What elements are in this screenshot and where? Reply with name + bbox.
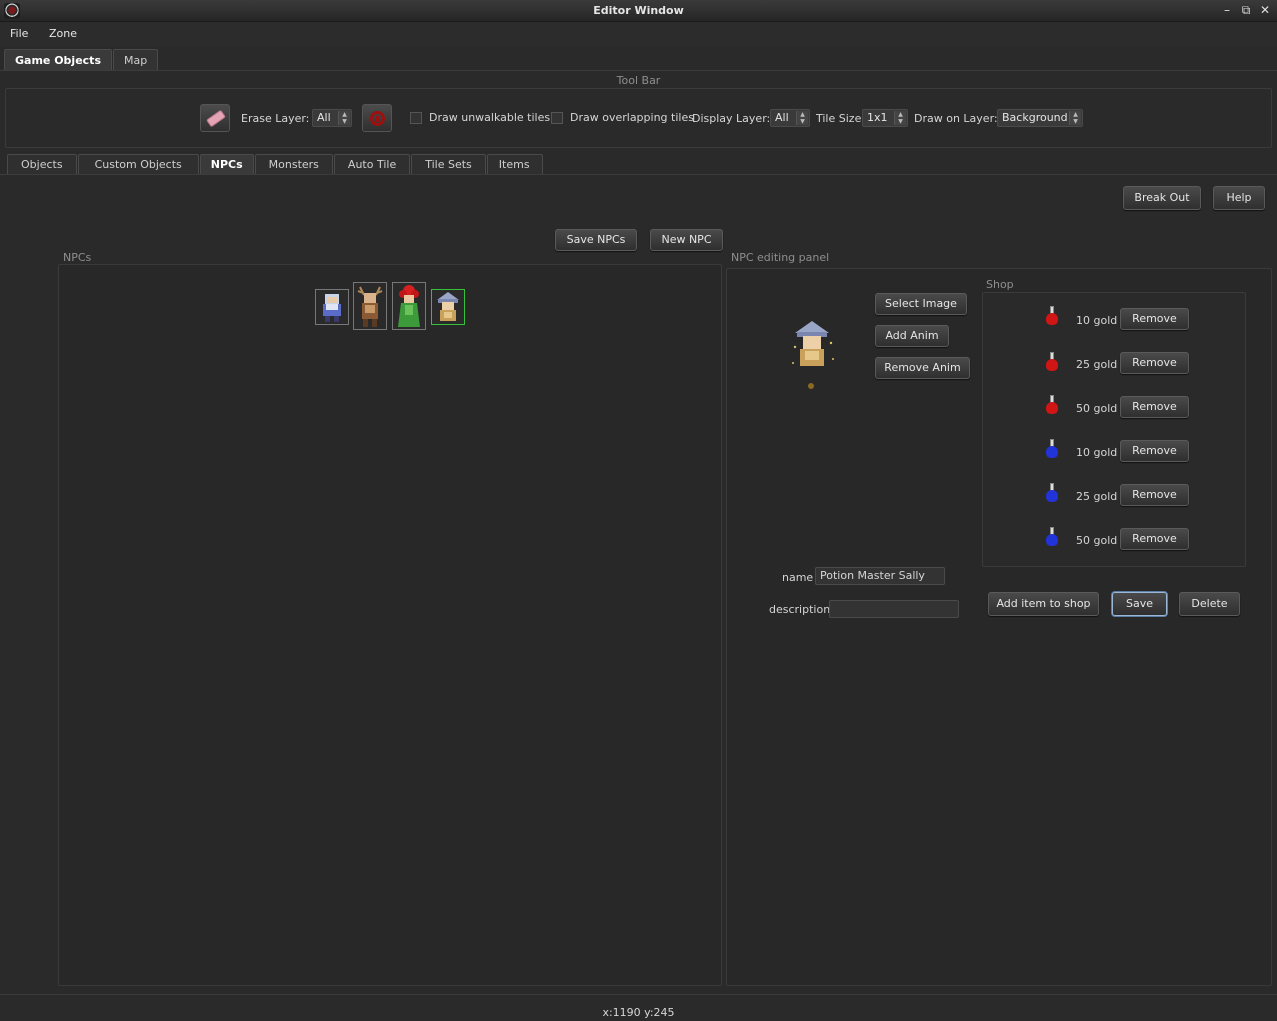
remove-item-button[interactable]: Remove [1120,352,1189,374]
window-controls: – ⧉ ✕ [1221,3,1271,17]
npc-antlered-warrior-sprite [357,286,383,327]
break-out-button[interactable]: Break Out [1123,186,1201,210]
spin-arrows-icon: ▲ ▼ [796,111,808,125]
tab-game-objects[interactable]: Game Objects [4,49,112,71]
erase-layer-value: All [317,111,331,124]
tab-custom-objects[interactable]: Custom Objects [77,154,199,175]
add-anim-button[interactable]: Add Anim [875,325,949,347]
tab-npcs[interactable]: NPCs [199,154,254,175]
cursor-coordinates: x:1190 y:245 [602,1006,675,1019]
spin-arrows-icon: ▲ ▼ [1069,111,1081,125]
npc-thumbnail[interactable] [392,282,426,330]
draw-on-layer-select[interactable]: Background ▲ ▼ [997,109,1083,127]
help-button[interactable]: Help [1213,186,1265,210]
divider [0,994,1277,995]
display-layer-value: All [775,111,789,124]
main-tab-bar: Game Objects Map [4,49,159,71]
draw-on-layer-label: Draw on Layer: [914,112,998,125]
remove-item-button[interactable]: Remove [1120,440,1189,462]
menu-file[interactable]: File [10,27,28,40]
shop-item-price: 25 gold [1076,358,1118,371]
blue-potion-icon [1044,527,1060,547]
draw-overlapping-checkbox[interactable] [551,112,563,124]
npc-thumbnail[interactable] [353,282,387,330]
name-label: name [782,571,814,584]
divider [0,70,1277,71]
npc-potion-master-sprite [437,292,459,321]
remove-item-button[interactable]: Remove [1120,484,1189,506]
draw-overlapping-label: Draw overlapping tiles [570,111,694,124]
select-image-button[interactable]: Select Image [875,293,967,315]
spin-arrows-icon: ▲ ▼ [894,111,906,125]
npc-list-panel [58,264,722,986]
red-potion-icon [1044,306,1060,326]
remove-item-button[interactable]: Remove [1120,396,1189,418]
erase-layer-select[interactable]: All ▲ ▼ [312,109,352,127]
save-npcs-button[interactable]: Save NPCs [555,229,637,251]
draw-unwalkable-checkbox[interactable] [410,112,422,124]
draw-on-layer-value: Background [1002,111,1068,124]
npc-editor-title: NPC editing panel [731,251,830,264]
shop-item-price: 50 gold [1076,534,1118,547]
tile-size-label: Tile Size [816,112,862,125]
close-icon[interactable]: ✕ [1259,3,1271,17]
tab-items[interactable]: Items [486,154,543,175]
eraser-button[interactable] [200,104,230,132]
toolbar: Erase Layer: All ▲ ▼ Draw unwalkable tile… [5,88,1272,148]
description-field[interactable] [829,600,959,618]
tile-size-select[interactable]: 1x1 ▲ ▼ [862,109,908,127]
spin-arrows-icon: ▲ ▼ [338,111,350,125]
red-potion-icon [1044,352,1060,372]
red-potion-icon [1044,395,1060,415]
remove-item-button[interactable]: Remove [1120,528,1189,550]
shop-item-price: 25 gold [1076,490,1118,503]
shop-item-price: 10 gold [1076,446,1118,459]
npc-editor-panel: Select Image Add Anim Remove Anim Shop 1… [726,268,1272,986]
shop-panel: 10 gold Remove 25 gold Remove 50 gold Re… [982,292,1246,567]
name-field[interactable]: Potion Master Sally [815,567,945,585]
shop-item-price: 50 gold [1076,402,1118,415]
blue-potion-icon [1044,483,1060,503]
no-entry-icon [370,111,385,126]
tile-size-value: 1x1 [867,111,888,124]
npc-armored-knight-sprite [323,294,341,322]
restore-icon[interactable]: ⧉ [1240,3,1252,17]
minimize-icon[interactable]: – [1221,3,1233,17]
tab-tile-sets[interactable]: Tile Sets [411,154,486,175]
unwalkable-tool-button[interactable] [362,104,392,132]
display-layer-label: Display Layer: [692,112,771,125]
blue-potion-icon [1044,439,1060,459]
window-title: Editor Window [593,4,684,17]
remove-anim-button[interactable]: Remove Anim [875,357,970,379]
npc-thumbnail-selected[interactable] [431,289,465,325]
delete-button[interactable]: Delete [1179,592,1240,616]
save-button[interactable]: Save [1112,592,1167,616]
description-label: description [769,603,831,616]
toolbar-title: Tool Bar [616,74,661,87]
divider [0,174,1277,175]
menu-bar: File Zone [0,22,1277,46]
draw-unwalkable-label: Draw unwalkable tiles [429,111,551,124]
npc-preview-sprite [792,321,834,389]
new-npc-button[interactable]: New NPC [650,229,723,251]
shop-item-price: 10 gold [1076,314,1118,327]
menu-zone[interactable]: Zone [49,27,77,40]
tab-monsters[interactable]: Monsters [254,154,333,175]
npc-flower-dryad-sprite [398,285,420,327]
tab-objects[interactable]: Objects [7,154,77,175]
npc-list-title: NPCs [63,251,92,264]
title-bar: Editor Window – ⧉ ✕ [0,0,1277,22]
tab-map[interactable]: Map [113,49,159,71]
shop-title: Shop [986,278,1014,291]
object-tab-bar: Objects Custom Objects NPCs Monsters Aut… [7,154,544,175]
remove-item-button[interactable]: Remove [1120,308,1189,330]
eraser-icon [206,109,226,128]
add-item-to-shop-button[interactable]: Add item to shop [988,592,1099,616]
display-layer-select[interactable]: All ▲ ▼ [770,109,810,127]
npc-thumbnail[interactable] [315,289,349,325]
tab-auto-tile[interactable]: Auto Tile [333,154,411,175]
erase-layer-label: Erase Layer: [241,112,310,125]
